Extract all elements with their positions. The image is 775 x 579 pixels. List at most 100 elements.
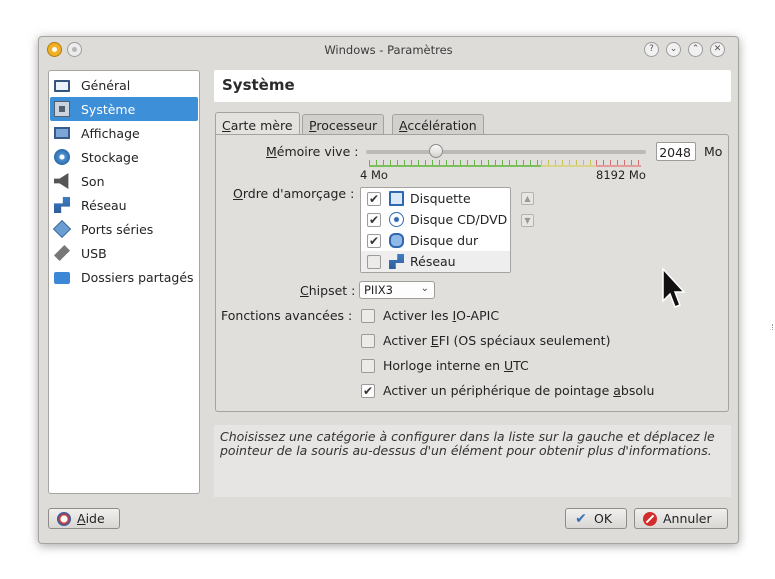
description-box: Choisissez une catégorie à configurer da… (214, 425, 731, 497)
option-label: Activer un périphérique de pointage abso… (383, 383, 655, 398)
title-bar[interactable]: Windows - Paramètres ? ⌄ ⌃ ✕ (39, 37, 738, 63)
cd-icon (389, 212, 404, 227)
utc-checkbox[interactable] (361, 358, 375, 373)
usb-icon (54, 245, 70, 261)
option-absolute-pointing[interactable]: ✔ Activer un périphérique de pointage ab… (361, 383, 654, 398)
sidebar-item-label: USB (81, 245, 107, 261)
floppy-icon (389, 191, 404, 206)
option-utc-clock[interactable]: Horloge interne en UTC (361, 358, 529, 373)
memory-caution-zone (541, 160, 596, 167)
sidebar-item-general[interactable]: Général (50, 73, 198, 97)
speaker-icon (54, 173, 69, 189)
option-io-apic[interactable]: Activer les IO-APIC (361, 308, 499, 323)
sidebar-item-display[interactable]: Affichage (50, 121, 198, 145)
memory-danger-zone (596, 160, 641, 167)
boot-order-list[interactable]: ✔ Disquette ✔ Disque CD/DVD ✔ Disque dur… (360, 187, 511, 273)
io-apic-checkbox[interactable] (361, 308, 375, 323)
tab-motherboard[interactable]: Carte mère (215, 112, 300, 135)
help-button[interactable]: Aide (48, 508, 120, 529)
sidebar-item-label: Réseau (81, 197, 127, 213)
label-mnemonic: C (300, 283, 309, 298)
sidebar-item-usb[interactable]: USB (50, 241, 198, 265)
efi-checkbox[interactable] (361, 333, 375, 348)
boot-floppy-checkbox[interactable]: ✔ (367, 191, 381, 206)
boot-hd-checkbox[interactable]: ✔ (367, 233, 381, 248)
tab-label: rocesseur (316, 118, 378, 133)
network-icon (54, 197, 70, 213)
network-icon (389, 254, 404, 269)
memory-unit: Mo (704, 144, 723, 159)
absolute-pointing-checkbox[interactable]: ✔ (361, 383, 375, 398)
boot-item-label: Disquette (410, 191, 471, 206)
boot-item-label: Réseau (410, 254, 456, 269)
boot-order-label: Ordre d'amorçage : (233, 186, 354, 201)
display-icon (54, 127, 70, 139)
help-title-button[interactable]: ? (644, 42, 659, 57)
maximize-button[interactable]: ⌃ (688, 42, 703, 57)
sidebar-item-label: Son (81, 173, 105, 189)
boot-item-network[interactable]: Réseau (361, 251, 510, 272)
option-label: Activer EFI (OS spéciaux seulement) (383, 333, 611, 348)
cancel-label: Annuler (663, 511, 712, 526)
page-header: Système (214, 70, 731, 102)
disk-icon (54, 149, 70, 165)
memory-label: Mémoire vive : (266, 144, 358, 159)
close-button[interactable]: ✕ (710, 42, 725, 57)
label-text: hipset : (308, 283, 356, 298)
option-efi[interactable]: Activer EFI (OS spéciaux seulement) (361, 333, 610, 348)
chipset-label: Chipset : (300, 283, 355, 298)
boot-item-cd-dvd[interactable]: ✔ Disque CD/DVD (361, 209, 510, 230)
memory-max-label: 8192 Mo (596, 168, 646, 182)
tab-acceleration[interactable]: Accélération (392, 114, 484, 135)
sidebar-item-label: Système (81, 101, 136, 117)
boot-cd-checkbox[interactable]: ✔ (367, 212, 381, 227)
boot-item-floppy[interactable]: ✔ Disquette (361, 188, 510, 209)
sidebar-item-serial-ports[interactable]: Ports séries (50, 217, 198, 241)
sidebar-item-label: Général (81, 77, 131, 93)
sidebar-item-storage[interactable]: Stockage (50, 145, 198, 169)
memory-slider-handle[interactable] (429, 144, 443, 158)
sidebar-item-network[interactable]: Réseau (50, 193, 198, 217)
chipset-select[interactable]: PIIX3 ⌄ (359, 281, 435, 299)
hard-disk-icon (389, 233, 404, 248)
tab-processor[interactable]: Processeur (302, 114, 385, 135)
label-mnemonic: O (233, 186, 243, 201)
sidebar-item-audio[interactable]: Son (50, 169, 198, 193)
memory-slider-scale (369, 160, 641, 167)
chip-icon (54, 101, 70, 117)
sidebar-item-label: Ports séries (81, 221, 154, 237)
label-text: émoire vive : (276, 144, 359, 159)
boot-item-label: Disque dur (410, 233, 479, 248)
tab-label: arte mère (230, 118, 293, 133)
move-down-button[interactable]: ▼ (521, 214, 534, 227)
help-label: Aide (77, 511, 105, 526)
boot-network-checkbox[interactable] (367, 254, 381, 269)
sidebar-item-label: Affichage (81, 125, 140, 141)
label-mnemonic: M (266, 144, 277, 159)
window-title: Windows - Paramètres (324, 43, 453, 57)
option-label: Horloge interne en UTC (383, 358, 529, 373)
settings-category-list[interactable]: Général Système Affichage Stockage Son R… (48, 70, 200, 494)
motherboard-panel: Mémoire vive : 4 Mo 8192 Mo 2048 Mo Ordr… (215, 134, 729, 412)
memory-slider-track[interactable] (366, 150, 646, 154)
chipset-value: PIIX3 (364, 283, 393, 297)
sidebar-item-system[interactable]: Système (50, 97, 198, 121)
sidebar-item-label: Dossiers partagés (81, 269, 194, 285)
tab-label: ccélération (407, 118, 477, 133)
memory-value-input[interactable]: 2048 (656, 142, 696, 161)
cancel-button[interactable]: Annuler (634, 508, 728, 529)
help-icon (57, 511, 71, 526)
folder-icon (54, 272, 70, 284)
memory-min-label: 4 Mo (360, 168, 388, 182)
mouse-cursor-icon (662, 267, 686, 308)
move-up-button[interactable]: ▲ (521, 192, 534, 205)
boot-item-hard-disk[interactable]: ✔ Disque dur (361, 230, 510, 251)
memory-recommended-zone (369, 160, 541, 167)
label-text: rdre d'amorçage : (242, 186, 355, 201)
chevron-down-icon: ⌄ (420, 283, 429, 294)
advanced-features-label: Fonctions avancées : (221, 308, 353, 323)
minimize-button[interactable]: ⌄ (666, 42, 681, 57)
ok-button[interactable]: ✔ OK (565, 508, 627, 529)
sidebar-item-shared-folders[interactable]: Dossiers partagés (50, 265, 198, 289)
ok-label: OK (594, 511, 613, 526)
